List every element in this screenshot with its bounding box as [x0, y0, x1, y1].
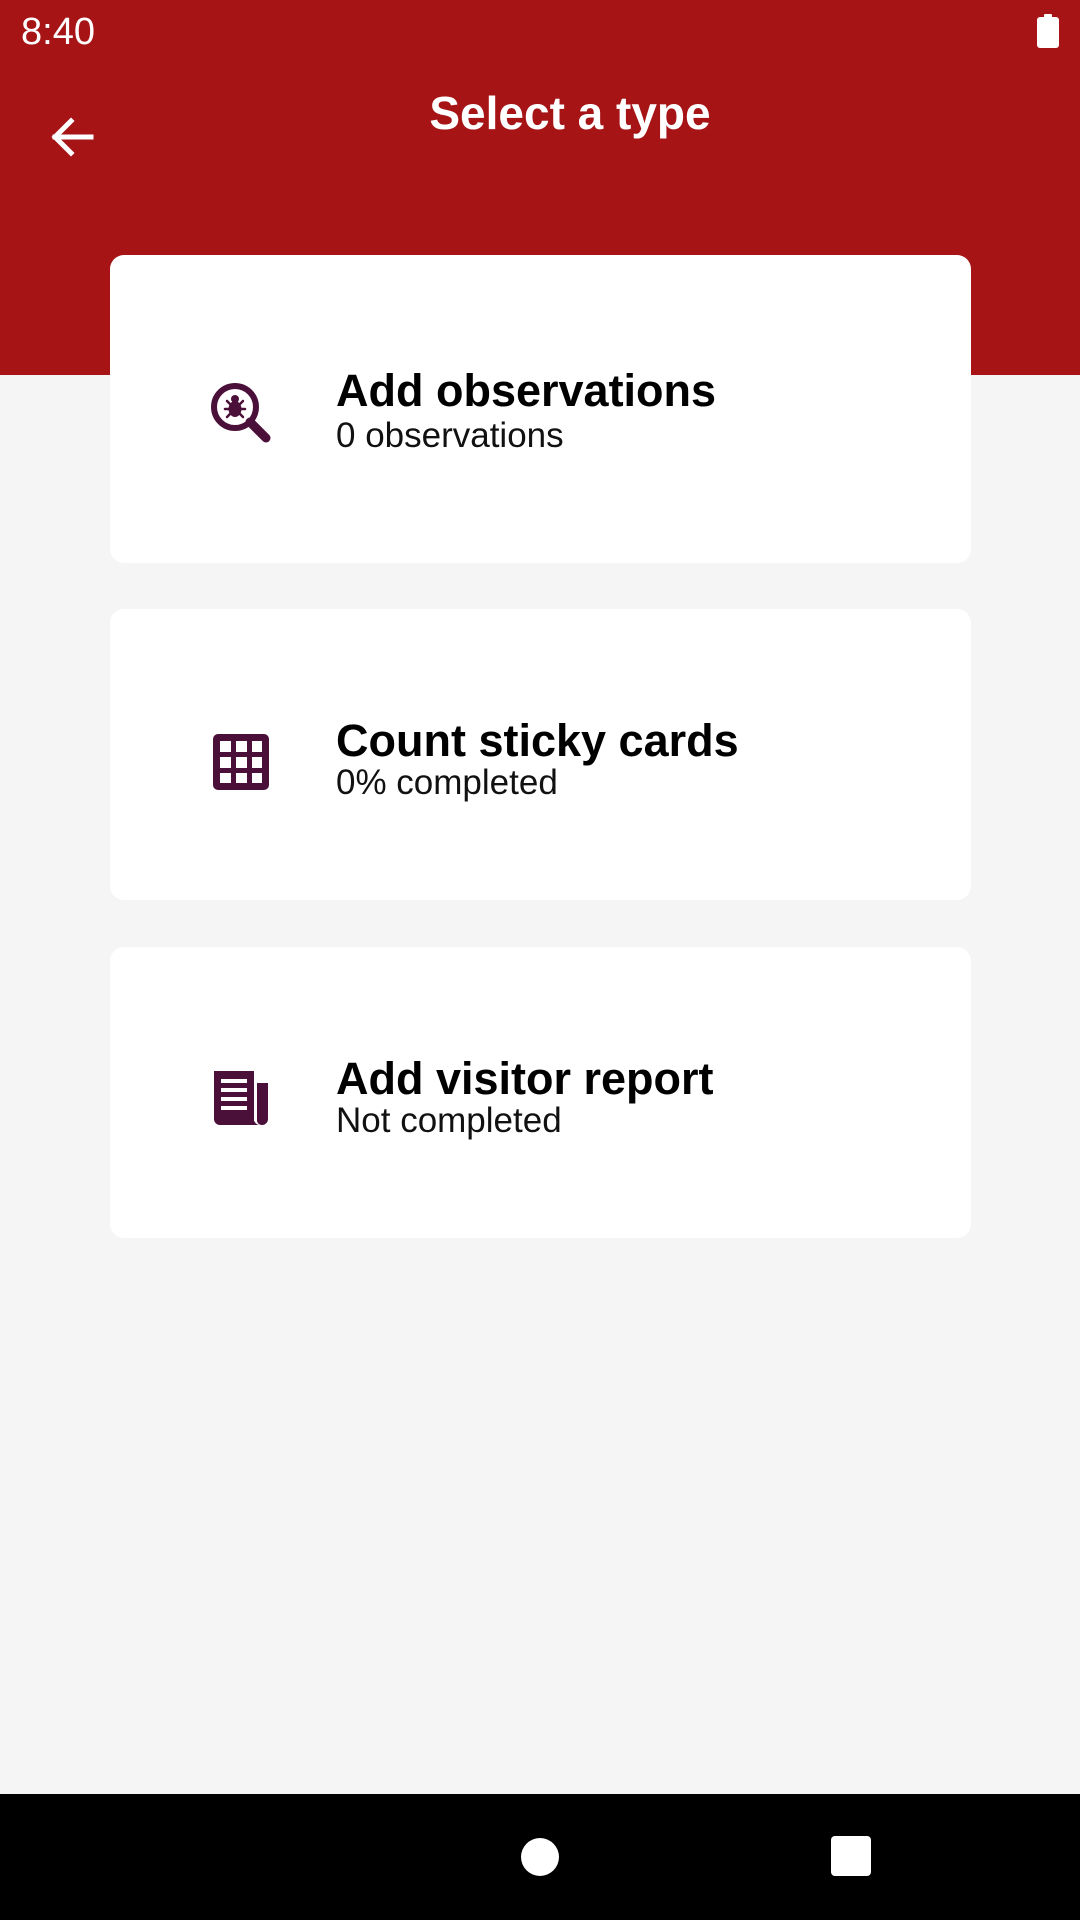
bug-search-icon — [211, 383, 271, 443]
system-navigation-bar — [0, 1794, 1080, 1920]
card-subtitle: 0% completed — [336, 763, 558, 802]
recents-button[interactable] — [831, 1836, 871, 1876]
home-button[interactable] — [521, 1838, 559, 1876]
count-sticky-cards-card[interactable]: Count sticky cards 0% completed — [110, 609, 971, 900]
status-time: 8:40 — [21, 11, 95, 53]
card-subtitle: Not completed — [336, 1101, 562, 1140]
status-bar: 8:40 — [0, 0, 1080, 64]
add-visitor-report-card[interactable]: Add visitor report Not completed — [110, 947, 971, 1238]
newspaper-icon — [214, 1071, 268, 1126]
battery-icon — [1037, 14, 1059, 48]
card-subtitle: 0 observations — [336, 416, 564, 455]
card-title: Add visitor report — [336, 1053, 714, 1104]
card-title: Add observations — [336, 365, 717, 416]
card-title: Count sticky cards — [336, 715, 739, 766]
grid-icon — [213, 734, 269, 790]
add-observations-card[interactable]: Add observations 0 observations — [110, 255, 971, 563]
page-title: Select a type — [429, 87, 711, 139]
